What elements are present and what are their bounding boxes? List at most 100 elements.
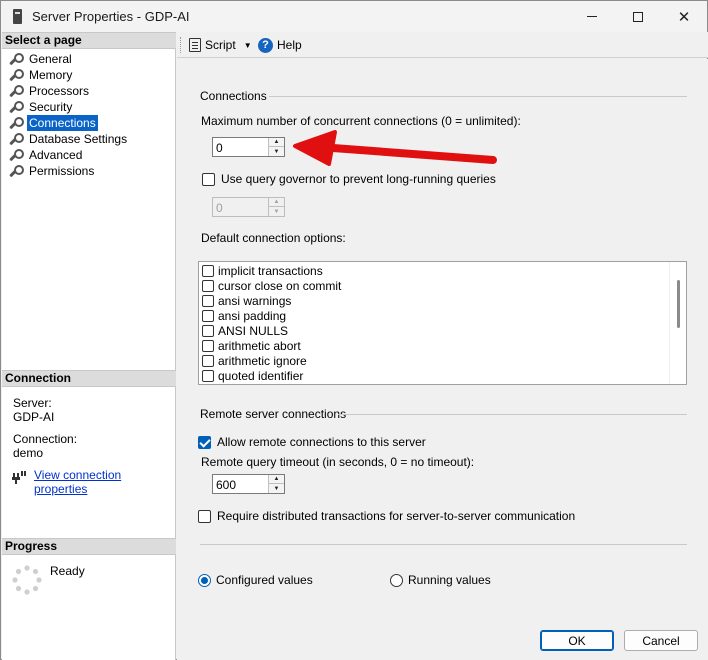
- toolbar-grip: [180, 37, 182, 53]
- list-item[interactable]: ANSI NULLS: [202, 323, 288, 338]
- query-governor-value: 0: [216, 201, 223, 215]
- list-item-label: ANSI NULLS: [218, 323, 289, 338]
- page-item-database-settings[interactable]: Database Settings: [8, 131, 129, 147]
- radio-button[interactable]: [390, 573, 403, 587]
- list-item[interactable]: cursor close on commit: [202, 278, 341, 293]
- list-item[interactable]: quoted identifier: [202, 368, 303, 383]
- red-arrow-annotation: [293, 130, 497, 166]
- require-distributed-label: Require distributed transactions for ser…: [217, 509, 576, 523]
- page-item-label: Advanced: [29, 148, 83, 162]
- default-options-list[interactable]: implicit transactions cursor close on co…: [198, 261, 687, 385]
- remote-timeout-stepper[interactable]: 600 ▲ ▼: [212, 474, 285, 494]
- list-item-label: ansi padding: [218, 308, 287, 323]
- wrench-icon: [8, 100, 24, 114]
- connection-label: Connection:: [13, 432, 78, 446]
- toolbar: Script ▼ ? Help: [177, 32, 708, 58]
- wrench-icon: [8, 68, 24, 82]
- list-item[interactable]: implicit transactions: [202, 263, 323, 278]
- checkbox-box[interactable]: [202, 172, 215, 186]
- progress-spinner-icon: [12, 565, 42, 595]
- max-connections-stepper[interactable]: 0 ▲ ▼: [212, 137, 285, 157]
- remote-timeout-value[interactable]: 600: [216, 478, 236, 492]
- connection-plug-icon: [12, 471, 26, 484]
- require-distributed-checkbox[interactable]: Require distributed transactions for ser…: [198, 509, 575, 523]
- list-item[interactable]: ansi padding: [202, 308, 286, 323]
- list-item[interactable]: arithmetic ignore: [202, 353, 307, 368]
- page-item-label: Connections: [27, 115, 98, 131]
- list-item-label: arithmetic ignore: [218, 353, 307, 368]
- allow-remote-checkbox[interactable]: Allow remote connections to this server: [198, 435, 426, 449]
- page-item-label: Processors: [29, 84, 90, 98]
- wrench-icon: [8, 84, 24, 98]
- stepper-up-icon[interactable]: ▲: [269, 138, 284, 147]
- wrench-icon: [8, 52, 24, 66]
- progress-header: Progress: [2, 538, 176, 555]
- stepper-up-icon[interactable]: ▲: [269, 475, 284, 484]
- wrench-icon: [8, 132, 24, 146]
- help-button[interactable]: ? Help: [258, 37, 302, 53]
- configured-values-radio[interactable]: Configured values: [198, 573, 313, 587]
- window-title: Server Properties - GDP-AI: [32, 9, 190, 24]
- page-item-label: Memory: [29, 68, 73, 82]
- max-connections-value[interactable]: 0: [216, 141, 223, 155]
- list-item-label: arithmetic abort: [218, 338, 301, 353]
- stepper-down-icon[interactable]: ▼: [269, 147, 284, 156]
- stepper-buttons: ▲ ▼: [268, 475, 284, 493]
- checkbox-box[interactable]: [202, 339, 214, 352]
- select-page-header: Select a page: [2, 32, 176, 49]
- list-item[interactable]: arithmetic abort: [202, 338, 301, 353]
- page-item-permissions[interactable]: Permissions: [8, 163, 96, 179]
- checkbox-box[interactable]: [198, 509, 211, 523]
- script-button[interactable]: Script ▼: [189, 37, 252, 53]
- running-values-radio[interactable]: Running values: [390, 573, 491, 587]
- progress-status: Ready: [50, 564, 85, 578]
- page-item-security[interactable]: Security: [8, 99, 74, 115]
- default-options-label: Default connection options:: [201, 231, 346, 245]
- cancel-button[interactable]: Cancel: [624, 630, 698, 651]
- close-button[interactable]: ✕: [661, 1, 707, 32]
- chevron-down-icon[interactable]: ▼: [244, 41, 252, 50]
- page-item-label: Security: [29, 100, 73, 114]
- minimize-button[interactable]: [569, 1, 615, 32]
- stepper-buttons: ▲ ▼: [268, 198, 284, 216]
- page-item-general[interactable]: General: [8, 51, 74, 67]
- help-label: Help: [277, 38, 302, 52]
- checkbox-box[interactable]: [202, 279, 214, 292]
- scrollbar-thumb[interactable]: [677, 280, 680, 328]
- divider: [269, 96, 687, 97]
- checkbox-box[interactable]: [202, 294, 214, 307]
- page-item-label: Database Settings: [29, 132, 128, 146]
- list-item-label: ansi warnings: [218, 293, 292, 308]
- server-value: GDP-AI: [13, 410, 55, 424]
- page-item-connections[interactable]: Connections: [8, 115, 98, 131]
- page-item-label: Permissions: [29, 164, 95, 178]
- checkbox-box[interactable]: [198, 435, 211, 449]
- connection-value: demo: [13, 446, 44, 460]
- remote-timeout-label: Remote query timeout (in seconds, 0 = no…: [201, 455, 475, 469]
- server-label: Server:: [13, 396, 52, 410]
- checkbox-box[interactable]: [202, 324, 214, 337]
- list-item[interactable]: ansi warnings: [202, 293, 291, 308]
- dialog-footer: OK Cancel: [177, 621, 708, 660]
- checkbox-box[interactable]: [202, 369, 214, 382]
- help-icon: ?: [258, 37, 273, 53]
- view-connection-properties-link[interactable]: View connection properties: [34, 468, 175, 496]
- ok-button[interactable]: OK: [540, 630, 614, 651]
- page-item-label: General: [29, 52, 72, 66]
- checkbox-box[interactable]: [202, 264, 214, 277]
- maximize-button[interactable]: [615, 1, 661, 32]
- remote-group-title: Remote server connections: [200, 407, 347, 421]
- query-governor-checkbox[interactable]: Use query governor to prevent long-runni…: [202, 172, 496, 186]
- radio-button[interactable]: [198, 573, 211, 587]
- list-scrollbar[interactable]: [669, 262, 686, 384]
- list-item-label: quoted identifier: [218, 368, 304, 383]
- close-icon: ✕: [677, 8, 691, 26]
- checkbox-box[interactable]: [202, 354, 214, 367]
- page-item-memory[interactable]: Memory: [8, 67, 74, 83]
- query-governor-stepper: 0 ▲ ▼: [212, 197, 285, 217]
- page-item-advanced[interactable]: Advanced: [8, 147, 84, 163]
- page-item-processors[interactable]: Processors: [8, 83, 91, 99]
- stepper-down-icon[interactable]: ▼: [269, 484, 284, 493]
- checkbox-box[interactable]: [202, 309, 214, 322]
- running-values-label: Running values: [408, 573, 491, 587]
